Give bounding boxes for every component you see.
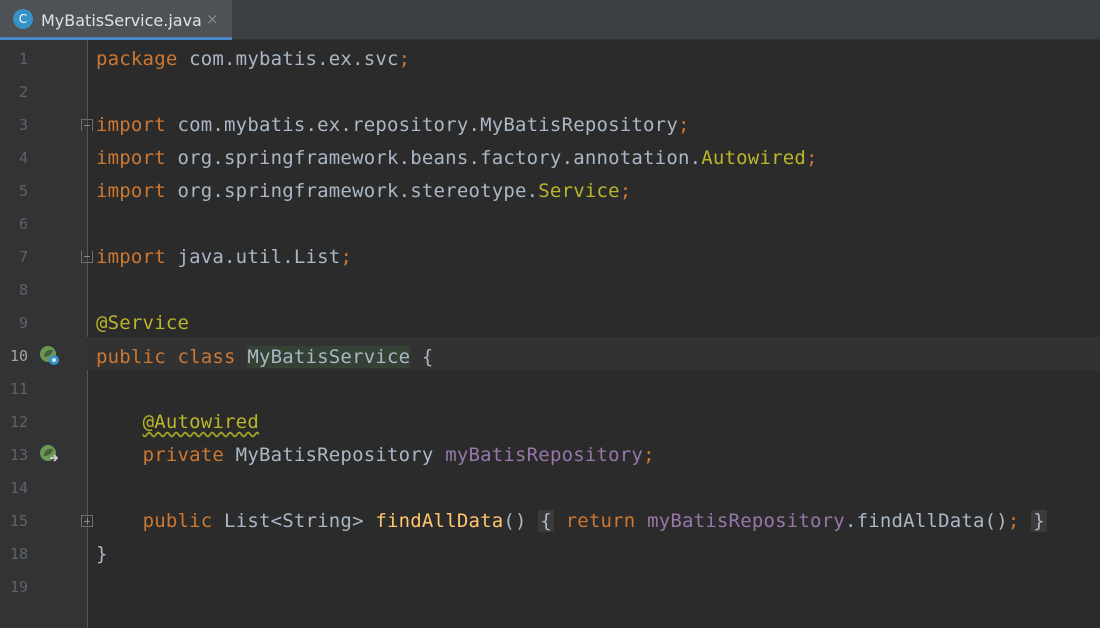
- line-number: 5: [18, 182, 28, 200]
- line-number: 11: [9, 380, 28, 398]
- code-line: import java.util.List;: [96, 246, 353, 268]
- code-line: public List<String> findAllData() { retu…: [142, 510, 1047, 532]
- code-line: @Autowired: [96, 412, 259, 432]
- folded-region-end[interactable]: }: [1031, 510, 1047, 532]
- line-number-active: 10: [9, 347, 28, 365]
- code-editor[interactable]: 1 2 3 4 5 6 7 8 9 10 11 12 13 14 15 18 1…: [0, 40, 1100, 628]
- editor-tab-bar: C MyBatisService.java ×: [0, 0, 1100, 40]
- line-number: 7: [18, 248, 28, 266]
- line-number: 15: [9, 512, 28, 530]
- line-number: 9: [18, 314, 28, 332]
- expand-method-icon[interactable]: [81, 515, 93, 527]
- spring-bean-class-icon[interactable]: [38, 344, 60, 366]
- java-class-icon: C: [13, 9, 33, 29]
- line-number: 6: [18, 215, 28, 233]
- code-line: import com.mybatis.ex.repository.MyBatis…: [96, 114, 690, 136]
- line-number: 18: [9, 545, 28, 563]
- fold-imports-icon[interactable]: [81, 119, 93, 131]
- spring-bean-injection-icon[interactable]: [38, 443, 60, 465]
- fold-end-icon[interactable]: [81, 251, 93, 263]
- folded-region[interactable]: {: [538, 510, 554, 532]
- line-number: 13: [9, 446, 28, 464]
- code-line-current: public class MyBatisService {: [96, 346, 434, 368]
- tab-label: MyBatisService.java: [41, 11, 202, 30]
- close-icon[interactable]: ×: [206, 10, 219, 28]
- line-number: 12: [9, 413, 28, 431]
- line-number: 4: [18, 149, 28, 167]
- line-number: 2: [18, 83, 28, 101]
- code-line: import org.springframework.beans.factory…: [96, 147, 818, 169]
- class-name-highlight: MyBatisService: [247, 346, 411, 368]
- line-number: 8: [18, 281, 28, 299]
- line-number: 1: [18, 50, 28, 68]
- tab-mybatisservice-java[interactable]: C MyBatisService.java ×: [0, 0, 232, 40]
- code-line: private MyBatisRepository myBatisReposit…: [142, 444, 655, 466]
- code-line: import org.springframework.stereotype.Se…: [96, 180, 632, 202]
- code-line: package com.mybatis.ex.svc;: [96, 48, 411, 70]
- line-number: 19: [9, 578, 28, 596]
- code-line: }: [96, 543, 108, 565]
- autowired-warning[interactable]: @Autowired: [143, 411, 259, 433]
- code-line: @Service: [96, 312, 190, 334]
- line-number: 3: [18, 116, 28, 134]
- line-number: 14: [9, 479, 28, 497]
